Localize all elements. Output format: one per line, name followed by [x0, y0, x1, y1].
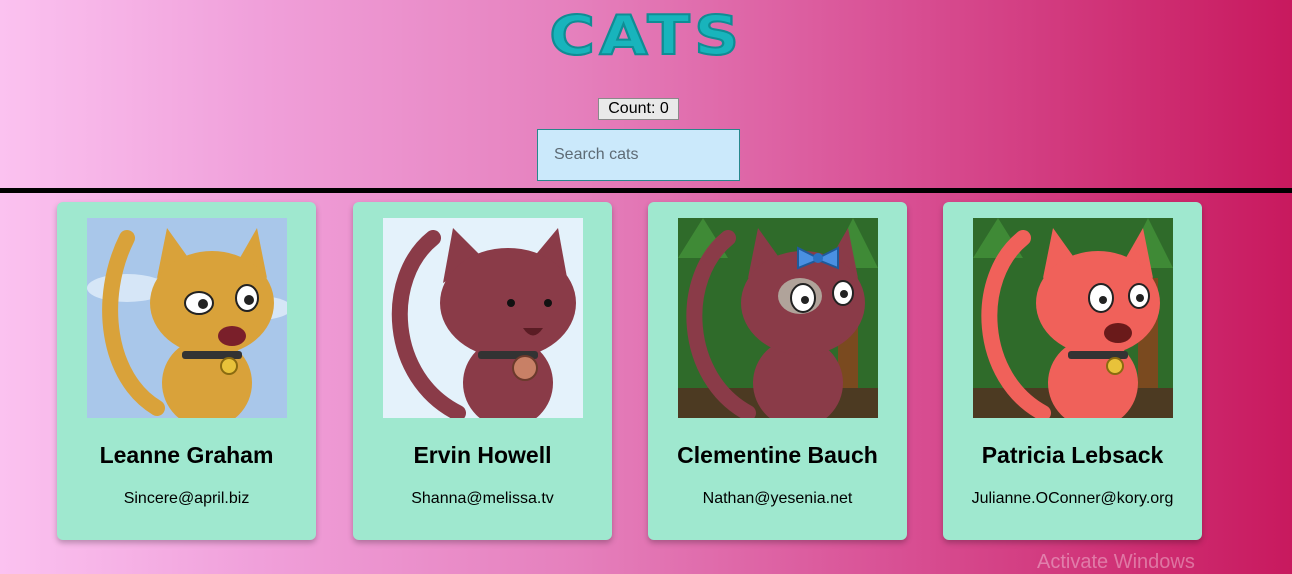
cat-image [383, 218, 583, 418]
cat-name: Leanne Graham [99, 442, 274, 468]
page-title: CATS [548, 3, 744, 68]
cat-name: Ervin Howell [413, 442, 552, 468]
cat-card[interactable]: Leanne Graham Sincere@april.biz [57, 202, 316, 540]
cat-card[interactable]: Clementine Bauch Nathan@yesenia.net [648, 202, 907, 540]
cat-name: Clementine Bauch [677, 442, 878, 468]
search-input[interactable] [537, 129, 740, 181]
cat-email: Julianne.OConner@kory.org [971, 490, 1174, 507]
cat-name: Patricia Lebsack [981, 442, 1164, 468]
header-divider [0, 188, 1292, 193]
cat-card[interactable]: Ervin Howell Shanna@melissa.tv [353, 202, 612, 540]
cat-card[interactable]: Patricia Lebsack Julianne.OConner@kory.o… [943, 202, 1202, 540]
cat-email: Nathan@yesenia.net [702, 490, 853, 507]
cat-image [973, 218, 1173, 418]
cat-email: Shanna@melissa.tv [411, 490, 554, 507]
cat-email: Sincere@april.biz [123, 490, 250, 507]
count-button[interactable]: Count: 0 [598, 98, 679, 120]
cat-image [87, 218, 287, 418]
cat-image [678, 218, 878, 418]
